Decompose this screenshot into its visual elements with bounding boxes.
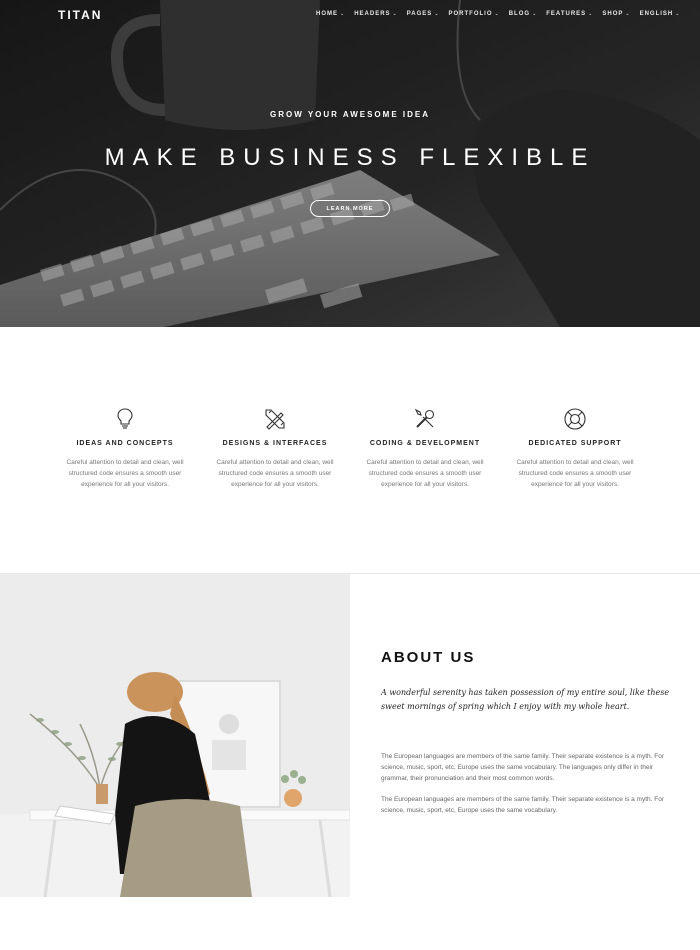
main-menu: HOME ⌄ HEADERS ⌄ PAGES ⌄ PORTFOLIO ⌄ BLOG ⌄ F… <box>316 11 680 17</box>
feature-text: Careful attention to detail and clean, w… <box>66 459 184 488</box>
feature-text: Careful attention to detail and clean, w… <box>516 459 634 488</box>
about-paragraph-1: The European languages are members of th… <box>381 753 665 782</box>
feature-designs: DESIGNS & INTERFACES Careful attention t… <box>210 407 340 490</box>
hero-title: MAKE BUSINESS FLEXIBLE <box>104 144 596 171</box>
chevron-down-icon: ⌄ <box>588 11 594 17</box>
feature-ideas: IDEAS AND CONCEPTS Careful attention to … <box>60 407 190 490</box>
nav-blog[interactable]: BLOG ⌄ <box>509 11 538 17</box>
brand-logo[interactable]: TITAN <box>58 8 102 22</box>
chevron-down-icon: ⌄ <box>392 11 398 17</box>
nav-portfolio[interactable]: PORTFOLIO ⌄ <box>449 11 500 17</box>
chevron-down-icon: ⌄ <box>675 11 681 17</box>
nav-headers[interactable]: HEADERS ⌄ <box>354 11 398 17</box>
lifebuoy-icon <box>564 408 586 430</box>
top-navbar: TITAN HOME ⌄ HEADERS ⌄ PAGES ⌄ PORTFOLIO ⌄ B… <box>0 0 700 30</box>
feature-title: IDEAS AND CONCEPTS <box>76 440 174 447</box>
nav-home[interactable]: HOME ⌄ <box>316 11 345 17</box>
nav-shop[interactable]: SHOP ⌄ <box>602 11 630 17</box>
chevron-down-icon: ⌄ <box>434 11 440 17</box>
tools-icon <box>414 408 435 428</box>
about-section: ABOUT US A wonderful serenity has taken … <box>350 574 700 897</box>
design-tools-icon <box>265 409 285 430</box>
nav-language[interactable]: ENGLISH ⌄ <box>640 11 681 17</box>
chevron-down-icon: ⌄ <box>494 11 500 17</box>
hero-section: TITAN HOME ⌄ HEADERS ⌄ PAGES ⌄ PORTFOLIO ⌄ B… <box>0 0 700 327</box>
about-lead-quote: A wonderful serenity has taken possessio… <box>381 688 670 711</box>
next-section <box>0 897 700 950</box>
hero-subtitle: GROW YOUR AWESOME IDEA <box>269 110 430 119</box>
feature-support: DEDICATED SUPPORT Careful attention to d… <box>510 407 640 490</box>
about-image <box>0 574 350 897</box>
lightbulb-icon <box>117 408 133 429</box>
about-title: ABOUT US <box>381 649 476 666</box>
office-woman-photo <box>0 574 350 897</box>
learn-more-button[interactable]: LEARN MORE <box>310 200 390 217</box>
feature-title: CODING & DEVELOPMENT <box>369 440 481 447</box>
feature-text: Careful attention to detail and clean, w… <box>366 459 484 488</box>
feature-text: Careful attention to detail and clean, w… <box>216 459 334 488</box>
chevron-down-icon: ⌄ <box>625 11 631 17</box>
features-section: IDEAS AND CONCEPTS Careful attention to … <box>0 327 700 573</box>
chevron-down-icon: ⌄ <box>532 11 538 17</box>
feature-coding: CODING & DEVELOPMENT Careful attention t… <box>360 407 490 490</box>
feature-title: DEDICATED SUPPORT <box>528 440 622 447</box>
feature-title: DESIGNS & INTERFACES <box>222 440 328 447</box>
chevron-down-icon: ⌄ <box>340 11 346 17</box>
about-paragraph-2: The European languages are members of th… <box>381 796 665 814</box>
nav-pages[interactable]: PAGES ⌄ <box>407 11 440 17</box>
nav-features[interactable]: FEATURES ⌄ <box>546 11 593 17</box>
